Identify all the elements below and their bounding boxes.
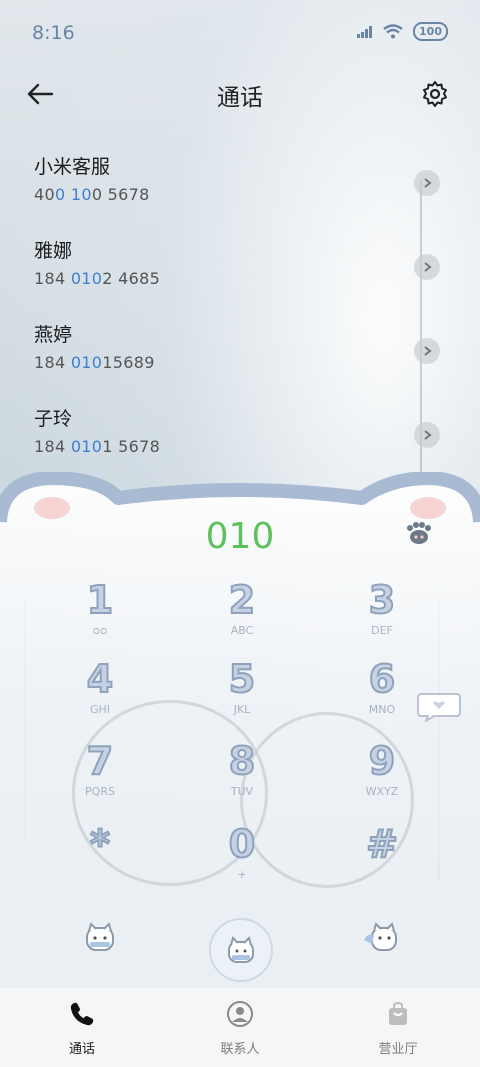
tab-label: 联系人: [220, 1042, 260, 1057]
call-button[interactable]: [209, 918, 273, 982]
bag-icon: [389, 1001, 407, 1025]
contact-name: 子玲: [34, 408, 73, 430]
chevron-right-icon[interactable]: [414, 338, 440, 364]
tab-label: 通话: [68, 1042, 95, 1057]
contact-row[interactable]: 雅娜 184 0102 4685: [34, 236, 454, 306]
dial-key-hash[interactable]: #: [322, 821, 442, 892]
battery-indicator: 100: [413, 22, 448, 41]
person-icon: [227, 1001, 253, 1027]
contact-row[interactable]: 子玲 184 0101 5678: [34, 404, 454, 474]
paw-icon[interactable]: [404, 521, 434, 545]
dial-key-4[interactable]: 4 GHI: [40, 656, 160, 727]
tab-label: 营业厅: [378, 1042, 418, 1057]
contact-number: 184 0102 4685: [34, 269, 161, 288]
contact-name: 燕婷: [34, 324, 73, 346]
chevron-right-icon[interactable]: [414, 422, 440, 448]
dial-key-6[interactable]: 6 MNO: [322, 656, 442, 727]
wifi-icon: [383, 24, 403, 39]
tab-service-hall[interactable]: 营业厅: [338, 1000, 458, 1057]
tab-contacts[interactable]: 联系人: [180, 1000, 300, 1057]
contact-name: 雅娜: [34, 240, 73, 262]
tab-calls[interactable]: 通话: [22, 1000, 142, 1057]
dial-key-9[interactable]: 9 WXYZ: [322, 738, 442, 809]
dial-key-7[interactable]: 7 PQRS: [40, 738, 160, 809]
contact-number: 400 100 5678: [34, 185, 150, 204]
contact-row[interactable]: 小米客服 400 100 5678: [34, 152, 454, 222]
bottom-tab-bar: 通话 联系人 营业厅: [0, 988, 480, 1067]
dial-key-5[interactable]: 5 JKL: [182, 656, 302, 727]
status-icons: 100: [357, 22, 448, 41]
chevron-right-icon[interactable]: [414, 254, 440, 280]
signal-icon: [357, 25, 373, 38]
cat-delete-icon[interactable]: [362, 918, 402, 958]
dial-key-star[interactable]: *: [40, 821, 160, 892]
cat-dialpad-toggle-icon[interactable]: [80, 918, 120, 958]
gear-icon[interactable]: [420, 79, 450, 109]
chevron-right-icon[interactable]: [414, 170, 440, 196]
status-bar: 8:16 100: [0, 0, 480, 66]
dial-key-8[interactable]: 8 TUV: [182, 738, 302, 809]
dial-key-0[interactable]: 0 +: [182, 821, 302, 892]
page-title: 通话: [217, 85, 263, 111]
contact-name: 小米客服: [34, 156, 111, 178]
dial-key-3[interactable]: 3 DEF: [322, 577, 442, 648]
app-header: 通话: [0, 66, 480, 122]
contact-number: 184 01015689: [34, 353, 155, 372]
dial-key-1[interactable]: 1 ᴑᴑ: [40, 577, 160, 648]
contact-row[interactable]: 燕婷 184 01015689: [34, 320, 454, 390]
phone-icon: [70, 1002, 94, 1026]
status-time: 8:16: [32, 22, 75, 44]
cat-call-icon: [228, 936, 254, 963]
dial-key-2[interactable]: 2 ABC: [182, 577, 302, 648]
contact-number: 184 0101 5678: [34, 437, 161, 456]
